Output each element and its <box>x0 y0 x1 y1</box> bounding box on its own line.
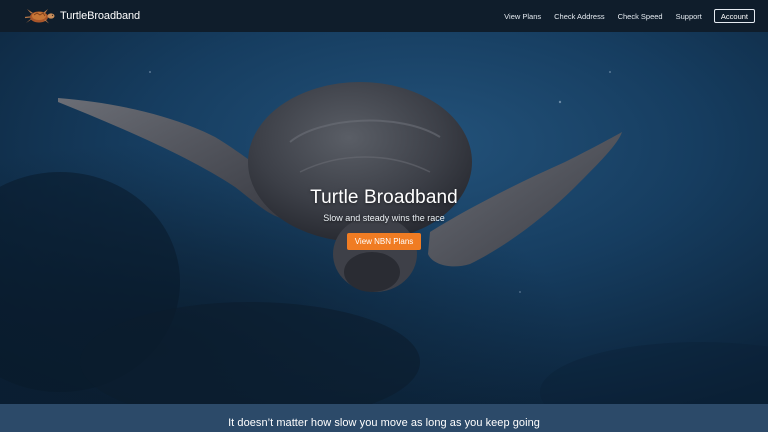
hero-content: Turtle Broadband Slow and steady wins th… <box>0 187 768 250</box>
top-navbar: TurtleBroadband View Plans Check Address… <box>0 0 768 32</box>
hero-section: Turtle Broadband Slow and steady wins th… <box>0 32 768 404</box>
view-nbn-plans-button[interactable]: View NBN Plans <box>346 233 422 250</box>
nav-link-check-address[interactable]: Check Address <box>554 12 604 21</box>
hero-subtitle: Slow and steady wins the race <box>323 213 445 223</box>
nav-link-view-plans[interactable]: View Plans <box>504 12 541 21</box>
main-nav: View Plans Check Address Check Speed Sup… <box>504 0 755 32</box>
tagline-strip: It doesn’t matter how slow you move as l… <box>0 404 768 432</box>
nav-link-support[interactable]: Support <box>676 12 702 21</box>
brand-name: TurtleBroadband <box>60 10 141 22</box>
nav-link-check-speed[interactable]: Check Speed <box>618 12 663 21</box>
brand-home-link[interactable]: TurtleBroadband <box>24 0 140 32</box>
hero-title: Turtle Broadband <box>310 187 458 208</box>
account-button[interactable]: Account <box>713 9 755 23</box>
tagline-text: It doesn’t matter how slow you move as l… <box>228 417 540 429</box>
turtle-logo-icon <box>24 9 55 24</box>
